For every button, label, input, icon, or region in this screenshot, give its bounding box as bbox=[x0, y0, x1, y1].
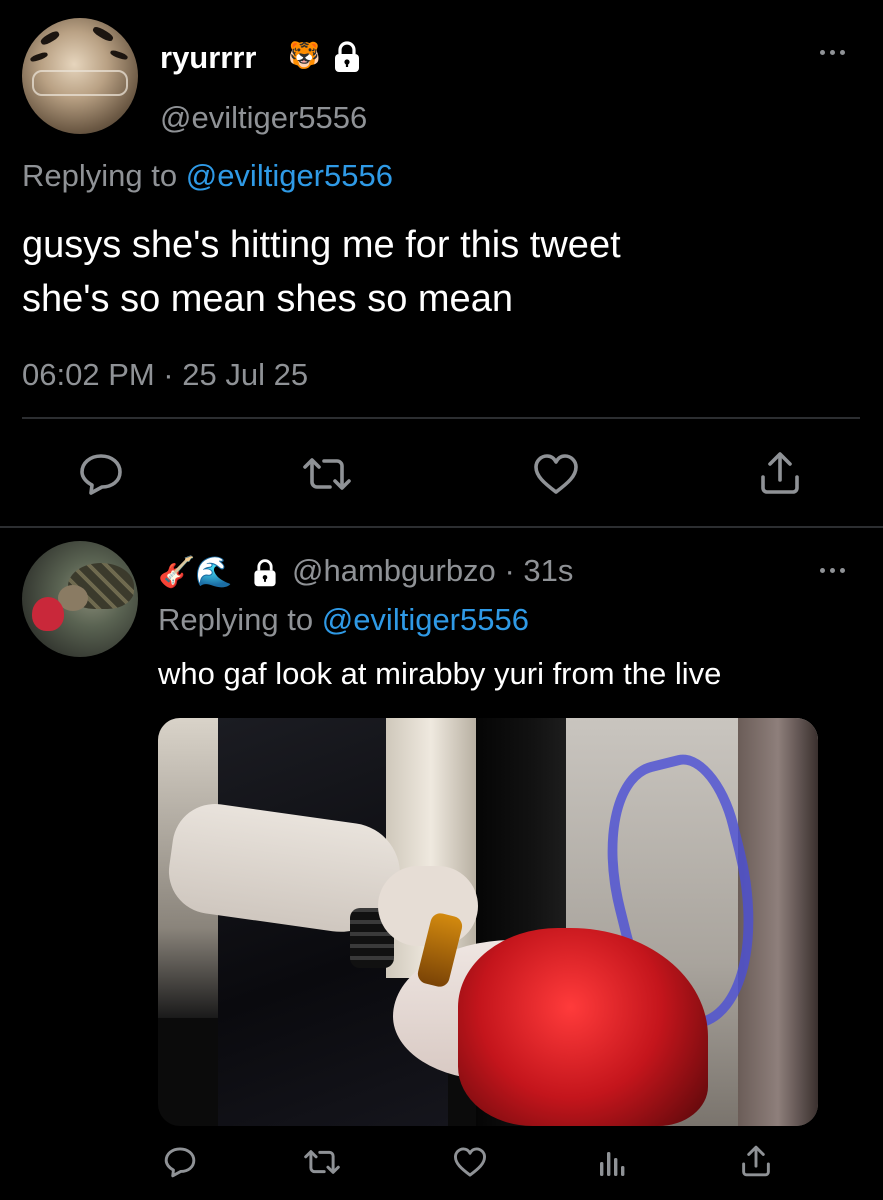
replying-prefix: Replying to bbox=[22, 158, 178, 193]
display-name[interactable]: ryurrrr bbox=[160, 40, 257, 76]
views-icon[interactable] bbox=[598, 1146, 626, 1178]
share-icon[interactable] bbox=[758, 450, 802, 496]
divider bbox=[22, 417, 860, 419]
share-icon[interactable] bbox=[740, 1144, 772, 1178]
reply-replying-to: Replying to @eviltiger5556 bbox=[158, 602, 529, 638]
replying-to: Replying to @eviltiger5556 bbox=[22, 158, 393, 194]
replying-prefix: Replying to bbox=[158, 602, 314, 637]
lock-icon bbox=[330, 40, 364, 74]
more-options-icon[interactable] bbox=[818, 565, 850, 575]
replying-to-link[interactable]: @eviltiger5556 bbox=[186, 158, 393, 193]
divider bbox=[0, 526, 883, 528]
reply-icon[interactable] bbox=[78, 452, 124, 496]
reply-text: who gaf look at mirabby yuri from the li… bbox=[158, 656, 722, 691]
like-heart-icon[interactable] bbox=[452, 1146, 488, 1178]
replying-to-link[interactable]: @eviltiger5556 bbox=[322, 602, 529, 637]
attached-photo[interactable] bbox=[158, 718, 818, 1126]
user-handle[interactable]: @eviltiger5556 bbox=[160, 100, 367, 136]
lock-icon bbox=[250, 557, 280, 589]
tweet-timestamp[interactable]: 06:02 PM · 25 Jul 25 bbox=[22, 357, 308, 393]
reply-icon[interactable] bbox=[163, 1146, 197, 1178]
retweet-icon[interactable] bbox=[300, 454, 354, 494]
reply-user-handle[interactable]: @hambgurbzo bbox=[292, 553, 496, 588]
reply-handle[interactable]: @hambgurbzo · 31s bbox=[292, 553, 573, 589]
tweet-text-line-2: she's so mean shes so mean bbox=[22, 278, 513, 320]
reply-name-emojis[interactable]: 🎸🌊 bbox=[158, 555, 233, 591]
tiger-emoji-icon: 🐯 bbox=[288, 40, 321, 70]
more-options-icon[interactable] bbox=[818, 47, 850, 57]
reply-user-avatar[interactable] bbox=[22, 541, 138, 657]
tweet-text: gusys she's hitting me for this tweet sh… bbox=[22, 218, 862, 326]
tweet-text-line-1: gusys she's hitting me for this tweet bbox=[22, 224, 621, 266]
retweet-icon[interactable] bbox=[302, 1147, 342, 1177]
like-heart-icon[interactable] bbox=[532, 452, 580, 496]
user-avatar[interactable] bbox=[22, 18, 138, 134]
reply-age: · 31s bbox=[504, 553, 574, 588]
